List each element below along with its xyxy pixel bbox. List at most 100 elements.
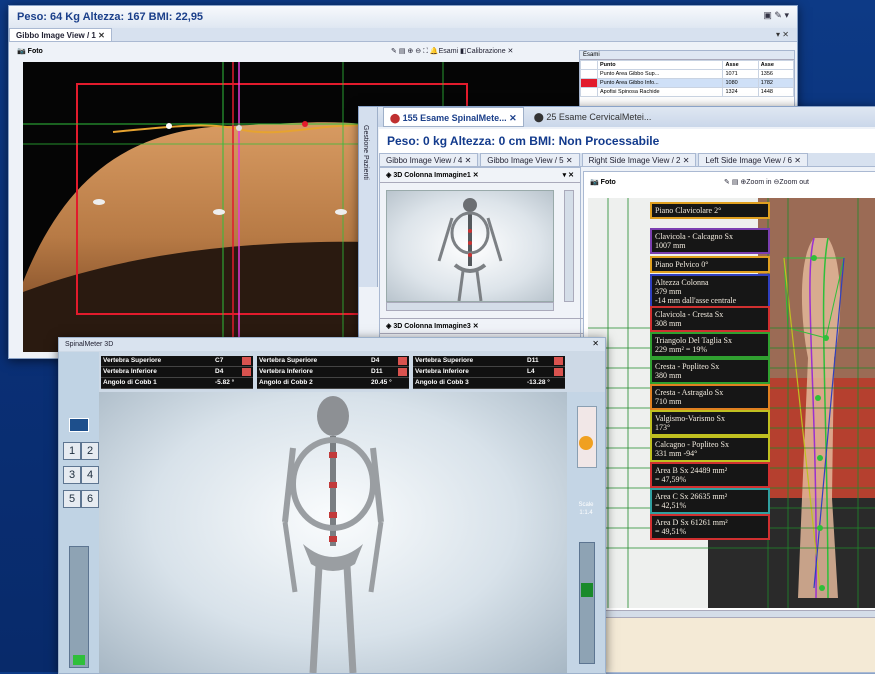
window-title: Peso: 64 Kg Altezza: 167 BMI: 22,95 bbox=[9, 6, 797, 28]
tab-left-side-view[interactable]: Left Side Image View / 6 ✕ bbox=[698, 153, 808, 166]
zoom-in-button[interactable]: ⊕Zoom in bbox=[740, 179, 771, 186]
view-button-4[interactable]: 4 bbox=[81, 466, 99, 484]
tab-gibbo-image-view[interactable]: Gibbo Image View / 1 ✕ bbox=[9, 28, 112, 41]
edit-icon[interactable]: ✎ bbox=[724, 179, 730, 186]
folder-icon[interactable]: ▤ bbox=[732, 179, 739, 186]
cobb-box-2: Vertebra Superiore D4 Vertebra Inferiore D… bbox=[257, 356, 409, 389]
scale-panel: Scale 1:1.4 bbox=[567, 392, 605, 673]
patients-sidebar[interactable]: Gestione Pazienti bbox=[359, 107, 378, 287]
measure-box[interactable]: Area C Sx 26635 mm² = 42,51% bbox=[650, 488, 770, 514]
measure-box[interactable]: Triangolo Del Taglia Sx 229 mm² = 19% bbox=[650, 332, 770, 358]
view-button-3[interactable]: 3 bbox=[63, 466, 81, 484]
posture-photo[interactable]: Piano Clavicolare 2° Clavicola - Calcagn… bbox=[588, 198, 875, 608]
tab-gibbo-view-5[interactable]: Gibbo Image View / 5 ✕ bbox=[480, 153, 580, 166]
folder-icon[interactable]: ▤ bbox=[399, 48, 406, 55]
vertical-scrollbar[interactable] bbox=[564, 190, 574, 302]
window-controls[interactable]: ▣ ✎ ▾ bbox=[763, 10, 789, 21]
zoom-in-icon[interactable]: ⊕ bbox=[407, 48, 413, 55]
window-title: SpinalMeter 3D bbox=[59, 338, 605, 351]
camera-icon: 📷 bbox=[17, 48, 26, 55]
close-icon[interactable]: ✕ bbox=[592, 339, 599, 348]
table-row[interactable]: Apofisi Spinosa Rachide 1324 1448 bbox=[580, 87, 795, 97]
measure-box[interactable]: Piano Pelvico 0° bbox=[650, 256, 770, 273]
measure-box[interactable]: Valgismo-Varismo Sx 173° bbox=[650, 410, 770, 436]
measure-box[interactable]: Cresta - Astragalo Sx 710 mm bbox=[650, 384, 770, 410]
tab-exam-cervicalmeter[interactable]: ⬤ 25 Esame CervicalMetei... bbox=[534, 107, 652, 127]
column-header[interactable]: Punto bbox=[596, 60, 724, 70]
main-toolbar: ✎ ▤ ⊕Zoom in ⊖Zoom out bbox=[724, 178, 809, 186]
measure-box[interactable]: Cresta - Popliteo Sx 380 mm bbox=[650, 358, 770, 384]
measure-box[interactable]: Clavicola - Cresta Sx 308 mm bbox=[650, 306, 770, 332]
pin-close-controls[interactable]: ▾ ✕ bbox=[563, 171, 574, 179]
exam-icon: ⬤ bbox=[533, 112, 544, 122]
measure-box[interactable]: Piano Clavicolare 2° bbox=[650, 202, 770, 219]
measure-box[interactable]: Clavicola - Calcagno Sx 1007 mm bbox=[650, 228, 770, 254]
close-icon[interactable]: ✕ bbox=[566, 156, 573, 165]
close-icon[interactable]: ✕ bbox=[683, 156, 690, 165]
3d-icon: ◈ bbox=[386, 323, 392, 330]
measure-box[interactable]: Calcagno - Popliteo Sx 331 mm -94° bbox=[650, 436, 770, 462]
close-icon[interactable]: ✕ bbox=[465, 156, 472, 165]
view-button-1[interactable]: 1 bbox=[63, 442, 81, 460]
cobb-box-1: Vertebra Superiore C7 Vertebra Inferiore D… bbox=[101, 356, 253, 389]
close-icon[interactable]: ✕ bbox=[473, 323, 479, 330]
measure-box[interactable]: Area D Sx 61261 mm² = 49,51% bbox=[650, 514, 770, 540]
skeleton-thumbnail[interactable] bbox=[386, 190, 554, 302]
panel-title: ◈ 3D Colonna Immagine1 ✕ ▾ ✕ bbox=[380, 168, 580, 183]
zoom-out-icon[interactable]: ⊖ bbox=[415, 48, 421, 55]
vertebra-select-button[interactable] bbox=[242, 357, 251, 365]
slider-handle[interactable] bbox=[581, 583, 593, 597]
slider-handle[interactable] bbox=[73, 655, 85, 665]
zoom-out-button[interactable]: ⊖Zoom out bbox=[774, 179, 809, 186]
vertebra-select-button[interactable] bbox=[554, 357, 563, 365]
photo-tab[interactable]: 📷 Foto bbox=[17, 47, 43, 55]
vertebra-select-button[interactable] bbox=[242, 368, 251, 376]
panel-title: ◈ 3D Colonna Immagine3 ✕ bbox=[380, 318, 592, 334]
grid-title: Esami bbox=[580, 51, 794, 60]
pin-close-controls[interactable]: ▾ ✕ bbox=[776, 30, 789, 39]
vertebra-select-button[interactable] bbox=[398, 357, 407, 365]
vertebra-select-button[interactable] bbox=[554, 368, 563, 376]
spinalmeter-3d-window: SpinalMeter 3D ✕ 1 2 3 4 5 6 Vertebra Su… bbox=[58, 337, 606, 674]
view-button-2[interactable]: 2 bbox=[81, 442, 99, 460]
3d-icon: ◈ bbox=[386, 172, 392, 179]
patient-header: Peso: 0 kg Altezza: 0 cm BMI: Non Proces… bbox=[379, 129, 875, 153]
column-header[interactable]: Asse bbox=[757, 60, 795, 70]
view-button-6[interactable]: 6 bbox=[81, 490, 99, 508]
tab-exam-spinalmeter[interactable]: ⬤ 155 Esame SpinalMete... ✕ bbox=[383, 107, 524, 127]
scale-indicator-icon[interactable] bbox=[579, 436, 593, 450]
tab-gibbo-view-4[interactable]: Gibbo Image View / 4 ✕ bbox=[379, 153, 479, 166]
horizontal-scrollbar[interactable] bbox=[386, 302, 554, 311]
camera-icon: 📷 bbox=[590, 179, 599, 186]
measure-box[interactable]: Area B Sx 24489 mm² = 47,59% bbox=[650, 462, 770, 488]
exams-button[interactable]: 🔔Esami bbox=[430, 48, 458, 55]
screen-icon[interactable] bbox=[69, 418, 89, 432]
tab-right-side-view[interactable]: Right Side Image View / 2 ✕ bbox=[581, 153, 697, 166]
3d-skeleton-viewport[interactable] bbox=[99, 392, 567, 673]
exams-table: Punto Asse Asse Punto Area Gibbo Sup... 1… bbox=[580, 60, 795, 97]
table-row[interactable]: Punto Area Gibbo Sup... 1071 1356 bbox=[580, 69, 795, 79]
side-view-panel: 📷 Foto ✎ ▤ ⊕Zoom in ⊖Zoom out Piano Clav… bbox=[583, 171, 875, 673]
fit-icon[interactable]: ⛶ bbox=[423, 48, 428, 55]
vertebra-select-button[interactable] bbox=[398, 368, 407, 376]
close-icon[interactable]: ✕ bbox=[794, 156, 801, 165]
measure-box[interactable]: Altezza Colonna 379 mm -14 mm dall'asse … bbox=[650, 274, 770, 309]
close-icon[interactable]: ✕ bbox=[98, 31, 105, 40]
horizontal-scrollbar[interactable] bbox=[588, 610, 875, 618]
cobb-box-3: Vertebra Superiore D11 Vertebra Inferiore… bbox=[413, 356, 565, 389]
skeleton-drawing bbox=[437, 198, 503, 302]
scale-slider[interactable] bbox=[579, 542, 595, 664]
photo-tab[interactable]: 📷 Foto bbox=[590, 178, 616, 186]
edit-icon[interactable]: ✎ bbox=[391, 48, 397, 55]
close-icon[interactable]: ✕ bbox=[509, 113, 517, 123]
calibration-button[interactable]: ◧Calibrazione bbox=[460, 48, 506, 55]
table-row[interactable]: Punto Area Gibbo Info... 1080 1782 bbox=[580, 78, 795, 88]
view-button-5[interactable]: 5 bbox=[63, 490, 81, 508]
cobb-angles: Vertebra Superiore C7 Vertebra Inferiore D… bbox=[101, 356, 567, 389]
scale-value: 1:1.4 bbox=[579, 510, 593, 516]
zoom-slider[interactable] bbox=[69, 546, 89, 668]
close-icon[interactable]: ✕ bbox=[473, 172, 479, 179]
exam-icon: ⬤ bbox=[390, 113, 401, 123]
close-icon[interactable]: ✕ bbox=[508, 48, 514, 55]
column-header[interactable]: Asse bbox=[722, 60, 759, 70]
